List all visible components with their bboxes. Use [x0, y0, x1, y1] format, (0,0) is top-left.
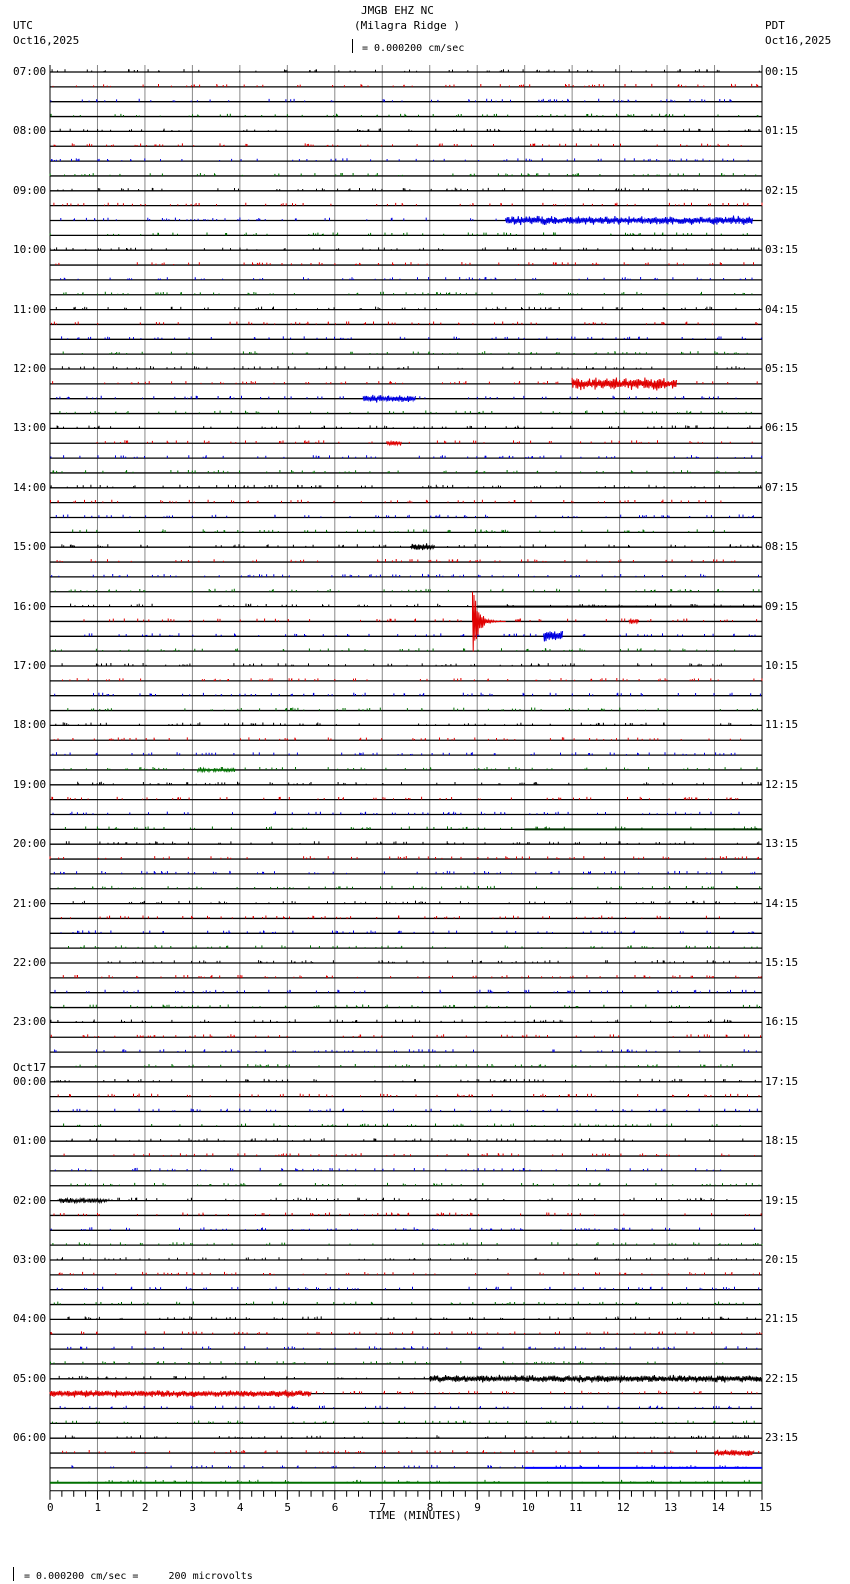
right-time-label: 11:15 [765, 718, 799, 732]
x-tick-label: 14 [711, 1500, 725, 1514]
left-time-label: 16:00 [13, 599, 47, 613]
right-time-label: 16:15 [765, 1015, 799, 1029]
footer-scale-bar-icon [13, 1567, 14, 1581]
right-time-label: 23:15 [765, 1431, 799, 1445]
left-time-label: 12:00 [13, 362, 47, 375]
x-tick-label: 12 [616, 1500, 630, 1514]
right-time-label: 02:15 [765, 183, 799, 197]
right-time-label: 14:15 [765, 896, 799, 910]
right-time-label: 07:15 [765, 480, 799, 494]
left-time-label: 11:00 [13, 302, 47, 316]
seismic-event [543, 631, 564, 642]
x-tick-label: 6 [331, 1500, 339, 1514]
x-tick-label: 3 [189, 1500, 197, 1514]
left-time-label: 15:00 [13, 540, 47, 554]
right-time-label: 03:15 [765, 243, 799, 257]
x-tick-label: 4 [236, 1500, 244, 1514]
left-time-label: 09:00 [13, 183, 47, 197]
footer-scale-note: = 0.000200 cm/sec = 200 microvolts [24, 1571, 253, 1582]
seismic-event [386, 439, 402, 447]
seismic-event [196, 766, 236, 774]
left-time-label: 14:00 [13, 480, 47, 494]
seismic-event [505, 215, 753, 226]
left-time-label: 08:00 [13, 124, 47, 138]
right-time-label: 18:15 [765, 1134, 799, 1148]
x-tick-label: 15 [759, 1500, 773, 1514]
x-axis-label: TIME (MINUTES) [369, 1509, 462, 1522]
helicorder-plot [49, 65, 763, 1500]
x-tick-label: 2 [141, 1500, 149, 1514]
right-time-label: 12:15 [765, 777, 799, 791]
right-time-label: 17:15 [765, 1074, 799, 1088]
left-time-label: 00:00 [13, 1074, 47, 1088]
left-time-label: 03:00 [13, 1253, 47, 1266]
left-time-label: 21:00 [13, 896, 47, 910]
right-time-label: 04:15 [765, 302, 799, 316]
right-time-label: 20:15 [765, 1253, 799, 1266]
right-time-label: 08:15 [765, 540, 799, 554]
right-time-label: 13:15 [765, 837, 799, 851]
left-time-label: 06:00 [13, 1431, 47, 1445]
x-tick-label: 9 [474, 1500, 481, 1514]
left-time-label: 01:00 [13, 1134, 47, 1148]
x-tick-label: 11 [569, 1500, 583, 1514]
left-time-label: 04:00 [13, 1312, 47, 1326]
left-time-label: 19:00 [13, 777, 47, 791]
left-time-label: 10:00 [13, 243, 47, 257]
seismic-event [362, 394, 416, 403]
left-time-label: 02:00 [13, 1193, 47, 1207]
right-time-label: 15:15 [765, 956, 799, 969]
seismic-event [429, 1374, 763, 1383]
x-tick-label: 1 [94, 1500, 102, 1514]
right-time-label: 01:15 [765, 124, 799, 138]
right-time-label: 19:15 [765, 1193, 799, 1207]
date-change-label: Oct17 [13, 1060, 47, 1074]
seismic-event [410, 543, 435, 551]
right-time-label: 00:15 [765, 65, 799, 78]
right-time-label: 22:15 [765, 1371, 799, 1385]
seismic-event [628, 618, 640, 625]
right-time-label: 10:15 [765, 659, 799, 672]
seismic-event [58, 1196, 108, 1205]
left-time-label: 07:00 [13, 65, 47, 78]
left-time-label: 17:00 [13, 659, 47, 672]
left-time-label: 20:00 [13, 837, 47, 851]
seismic-event [571, 377, 678, 391]
right-time-label: 06:15 [765, 421, 799, 435]
right-time-label: 21:15 [765, 1312, 799, 1326]
right-time-label: 05:15 [765, 362, 799, 375]
left-time-label: 13:00 [13, 421, 47, 435]
left-time-label: 23:00 [13, 1015, 47, 1029]
right-time-label: 09:15 [765, 599, 799, 613]
x-tick-label: 5 [284, 1500, 291, 1514]
seismic-event [714, 1449, 753, 1457]
x-tick-label: 0 [47, 1500, 54, 1514]
x-tick-label: 13 [664, 1500, 678, 1514]
left-time-label: 22:00 [13, 956, 47, 969]
seismic-event [49, 1389, 312, 1398]
left-time-label: 05:00 [13, 1371, 47, 1385]
x-tick-label: 10 [521, 1500, 535, 1514]
left-time-label: 18:00 [13, 718, 47, 732]
